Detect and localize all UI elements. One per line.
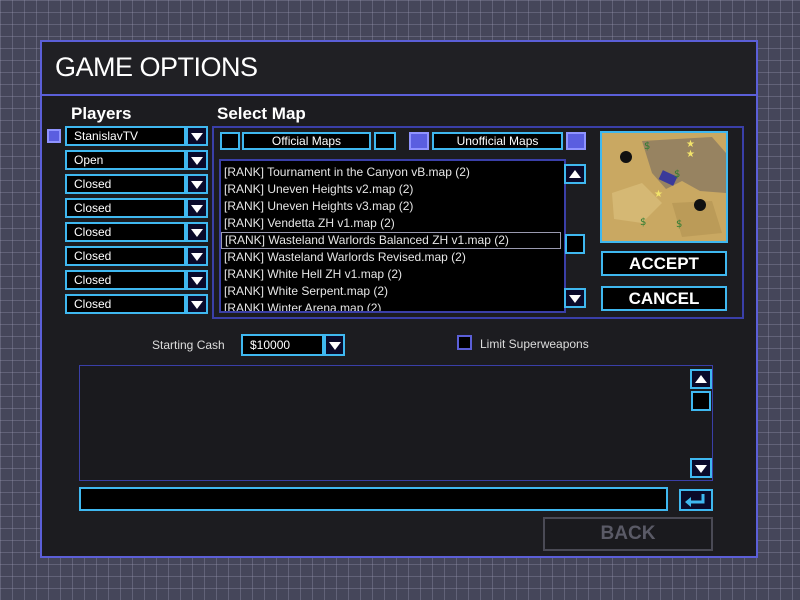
enter-icon: [685, 494, 705, 507]
starting-cash-dropdown[interactable]: $10000: [241, 334, 345, 356]
starting-cash-value: $10000: [241, 334, 324, 356]
limit-superweapons-checkbox[interactable]: [457, 335, 472, 350]
map-list-item[interactable]: [RANK] Vendetta ZH v1.map (2): [221, 215, 564, 232]
svg-text:$: $: [640, 217, 646, 228]
chevron-down-icon: [191, 301, 203, 309]
player-slot-dropdown[interactable]: Closed: [65, 174, 209, 196]
accept-button[interactable]: ACCEPT: [601, 251, 727, 276]
tab-unofficial-indicator[interactable]: [566, 132, 586, 150]
chat-scroll-up[interactable]: [690, 369, 712, 389]
player-slot-value: Open: [65, 150, 186, 170]
title-bar: GAME OPTIONS: [42, 42, 756, 96]
player-slot-arrow[interactable]: [186, 270, 208, 290]
chevron-down-icon: [191, 133, 203, 141]
map-list-item[interactable]: [RANK] Wasteland Warlords Revised.map (2…: [221, 249, 564, 266]
player-slot-dropdown[interactable]: Closed: [65, 222, 209, 244]
tab-divider-box[interactable]: [374, 132, 396, 150]
arrow-up-icon: [695, 375, 707, 383]
player-slot-value: Closed: [65, 246, 186, 266]
player-slot-value: Closed: [65, 198, 186, 218]
limit-superweapons-label: Limit Superweapons: [480, 337, 589, 351]
svg-text:$: $: [674, 169, 680, 180]
map-preview-image: $ $ $ $ ★ ★ ★: [602, 133, 726, 241]
chevron-down-icon: [191, 229, 203, 237]
chat-log[interactable]: [79, 365, 713, 481]
player-slot-arrow[interactable]: [186, 294, 208, 314]
player-slot-dropdown[interactable]: StanislavTV: [65, 126, 209, 148]
tab-unofficial-maps[interactable]: Unofficial Maps: [432, 132, 563, 150]
chat-input[interactable]: [79, 487, 668, 511]
player-slot-arrow[interactable]: [186, 126, 208, 146]
player-color-swatch[interactable]: [47, 129, 61, 143]
svg-text:★: ★: [686, 149, 695, 160]
send-button[interactable]: [679, 489, 713, 511]
player-slot-value: Closed: [65, 294, 186, 314]
player-slot-dropdown[interactable]: Closed: [65, 246, 209, 268]
player-slot-arrow[interactable]: [186, 174, 208, 194]
player-slot-value: StanislavTV: [65, 126, 186, 146]
player-slot-dropdown[interactable]: Open: [65, 150, 209, 172]
map-list-item[interactable]: [RANK] Tournament in the Canyon vB.map (…: [221, 164, 564, 181]
player-slot-arrow[interactable]: [186, 222, 208, 242]
map-list-scroll-down[interactable]: [564, 288, 586, 308]
svg-text:$: $: [644, 141, 650, 152]
map-preview: $ $ $ $ ★ ★ ★: [600, 131, 728, 243]
player-slot-value: Closed: [65, 270, 186, 290]
game-options-window: GAME OPTIONS Players StanislavTV Open Clos…: [40, 40, 758, 558]
map-list-item[interactable]: [RANK] White Hell ZH v1.map (2): [221, 266, 564, 283]
chevron-down-icon: [191, 277, 203, 285]
map-list-item[interactable]: [RANK] White Serpent.map (2): [221, 283, 564, 300]
player-slot-dropdown[interactable]: Closed: [65, 270, 209, 292]
map-list-item[interactable]: [RANK] Wasteland Warlords Balanced ZH v1…: [221, 232, 561, 249]
official-maps-checkbox[interactable]: [220, 132, 240, 150]
arrow-down-icon: [695, 465, 707, 473]
chevron-down-icon: [329, 342, 341, 350]
player-slot-value: Closed: [65, 222, 186, 242]
svg-text:$: $: [676, 219, 682, 230]
chevron-down-icon: [191, 205, 203, 213]
select-map-label: Select Map: [217, 104, 306, 123]
back-button[interactable]: BACK: [543, 517, 713, 551]
starting-cash-label: Starting Cash: [152, 338, 225, 352]
map-list-scroll-up[interactable]: [564, 164, 586, 184]
player-slot-dropdown[interactable]: Closed: [65, 198, 209, 220]
map-list-scroll-thumb[interactable]: [565, 234, 585, 254]
player-slot-dropdown[interactable]: Closed: [65, 294, 209, 316]
player-slot-arrow[interactable]: [186, 246, 208, 266]
chat-scroll-thumb[interactable]: [691, 391, 711, 411]
chevron-down-icon: [191, 253, 203, 261]
cancel-button[interactable]: CANCEL: [601, 286, 727, 311]
players-label: Players: [71, 104, 132, 123]
map-list[interactable]: [RANK] Tournament in the Canyon vB.map (…: [219, 159, 566, 313]
map-list-item[interactable]: [RANK] Uneven Heights v2.map (2): [221, 181, 564, 198]
map-list-item[interactable]: [RANK] Winter Arena.map (2): [221, 300, 564, 311]
starting-cash-arrow[interactable]: [324, 334, 345, 356]
arrow-down-icon: [569, 295, 581, 303]
player-slot-arrow[interactable]: [186, 198, 208, 218]
chevron-down-icon: [191, 157, 203, 165]
map-list-item[interactable]: [RANK] Uneven Heights v3.map (2): [221, 198, 564, 215]
player-slot-arrow[interactable]: [186, 150, 208, 170]
unofficial-maps-checkbox[interactable]: [409, 132, 429, 150]
chat-scroll-down[interactable]: [690, 458, 712, 478]
page-title: GAME OPTIONS: [55, 52, 258, 82]
tab-official-maps[interactable]: Official Maps: [242, 132, 371, 150]
player-slot-value: Closed: [65, 174, 186, 194]
arrow-up-icon: [569, 170, 581, 178]
svg-text:★: ★: [654, 189, 663, 200]
chevron-down-icon: [191, 181, 203, 189]
